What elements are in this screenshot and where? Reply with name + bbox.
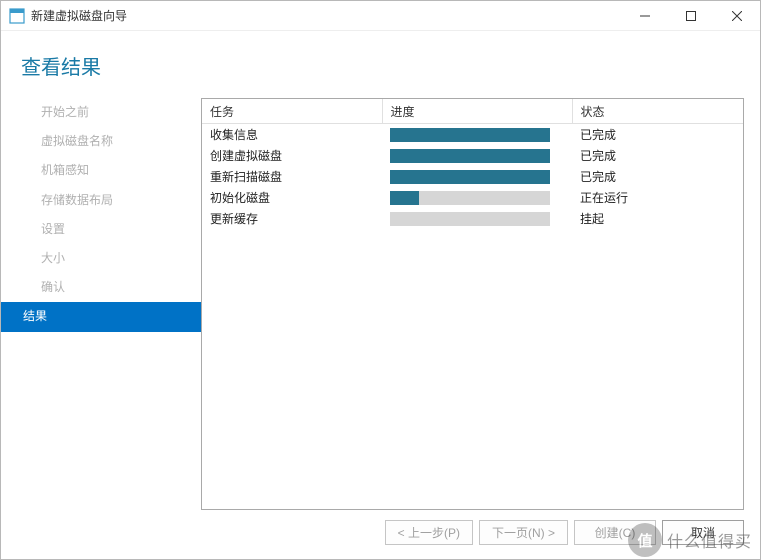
close-button[interactable]: [714, 1, 760, 31]
progress-cell: [382, 124, 572, 146]
sidebar-step-label: 机箱感知: [41, 163, 89, 177]
sidebar-step[interactable]: 存储数据布局: [1, 186, 201, 215]
progress-bar: [390, 149, 550, 163]
progress-fill: [390, 149, 550, 163]
window-controls: [622, 1, 760, 31]
task-cell: 收集信息: [202, 124, 382, 146]
task-cell: 创建虚拟磁盘: [202, 145, 382, 166]
progress-bar: [390, 128, 550, 142]
progress-bar: [390, 191, 550, 205]
maximize-button[interactable]: [668, 1, 714, 31]
status-cell: 正在运行: [572, 187, 743, 208]
progress-cell: [382, 208, 572, 229]
next-button[interactable]: 下一页(N) >: [479, 520, 568, 545]
content-row: 开始之前虚拟磁盘名称机箱感知存储数据布局设置大小确认结果 任务 进度 状态 收集…: [1, 98, 760, 510]
sidebar-step-label: 存储数据布局: [41, 193, 113, 207]
progress-bar: [390, 212, 550, 226]
col-status[interactable]: 状态: [572, 99, 743, 124]
main-panel: 任务 进度 状态 收集信息已完成创建虚拟磁盘已完成重新扫描磁盘已完成初始化磁盘正…: [201, 98, 744, 510]
task-cell: 更新缓存: [202, 208, 382, 229]
page-heading: 查看结果: [1, 31, 760, 98]
sidebar-step[interactable]: 设置: [1, 215, 201, 244]
sidebar-step-label: 结果: [23, 309, 47, 323]
sidebar-step[interactable]: 结果: [1, 302, 201, 331]
results-table-container: 任务 进度 状态 收集信息已完成创建虚拟磁盘已完成重新扫描磁盘已完成初始化磁盘正…: [201, 98, 744, 510]
table-row: 创建虚拟磁盘 已完成: [202, 145, 743, 166]
sidebar-step[interactable]: 开始之前: [1, 98, 201, 127]
create-button[interactable]: 创建(C): [574, 520, 656, 545]
titlebar: 新建虚拟磁盘向导: [1, 1, 760, 31]
sidebar-step[interactable]: 机箱感知: [1, 156, 201, 185]
progress-fill: [390, 170, 550, 184]
sidebar-step[interactable]: 虚拟磁盘名称: [1, 127, 201, 156]
wizard-steps-sidebar: 开始之前虚拟磁盘名称机箱感知存储数据布局设置大小确认结果: [1, 98, 201, 510]
table-row: 收集信息 已完成: [202, 124, 743, 146]
window-title: 新建虚拟磁盘向导: [31, 7, 622, 24]
previous-button[interactable]: < 上一步(P): [385, 520, 473, 545]
status-cell: 挂起: [572, 208, 743, 229]
progress-fill: [390, 191, 419, 205]
results-table: 任务 进度 状态 收集信息已完成创建虚拟磁盘已完成重新扫描磁盘已完成初始化磁盘正…: [202, 99, 743, 229]
wizard-body: 查看结果 开始之前虚拟磁盘名称机箱感知存储数据布局设置大小确认结果 任务 进度 …: [1, 31, 760, 559]
cancel-button[interactable]: 取消: [662, 520, 744, 545]
table-row: 初始化磁盘 正在运行: [202, 187, 743, 208]
sidebar-step-label: 虚拟磁盘名称: [41, 134, 113, 148]
wizard-window: 新建虚拟磁盘向导 查看结果 开始之前虚拟磁盘名称机箱感知存储数据布局设置大小确认…: [0, 0, 761, 560]
sidebar-step[interactable]: 确认: [1, 273, 201, 302]
table-row: 更新缓存 挂起: [202, 208, 743, 229]
progress-cell: [382, 166, 572, 187]
wizard-footer: < 上一步(P) 下一页(N) > 创建(C) 取消: [1, 510, 760, 559]
col-progress[interactable]: 进度: [382, 99, 572, 124]
status-cell: 已完成: [572, 145, 743, 166]
progress-cell: [382, 145, 572, 166]
sidebar-step-label: 开始之前: [41, 105, 89, 119]
progress-cell: [382, 187, 572, 208]
app-icon: [9, 8, 25, 24]
col-task[interactable]: 任务: [202, 99, 382, 124]
sidebar-step[interactable]: 大小: [1, 244, 201, 273]
status-cell: 已完成: [572, 166, 743, 187]
task-cell: 重新扫描磁盘: [202, 166, 382, 187]
sidebar-step-label: 设置: [41, 222, 65, 236]
status-cell: 已完成: [572, 124, 743, 146]
sidebar-step-label: 大小: [41, 251, 65, 265]
table-row: 重新扫描磁盘 已完成: [202, 166, 743, 187]
sidebar-step-label: 确认: [41, 280, 65, 294]
task-cell: 初始化磁盘: [202, 187, 382, 208]
progress-bar: [390, 170, 550, 184]
progress-fill: [390, 128, 550, 142]
minimize-button[interactable]: [622, 1, 668, 31]
